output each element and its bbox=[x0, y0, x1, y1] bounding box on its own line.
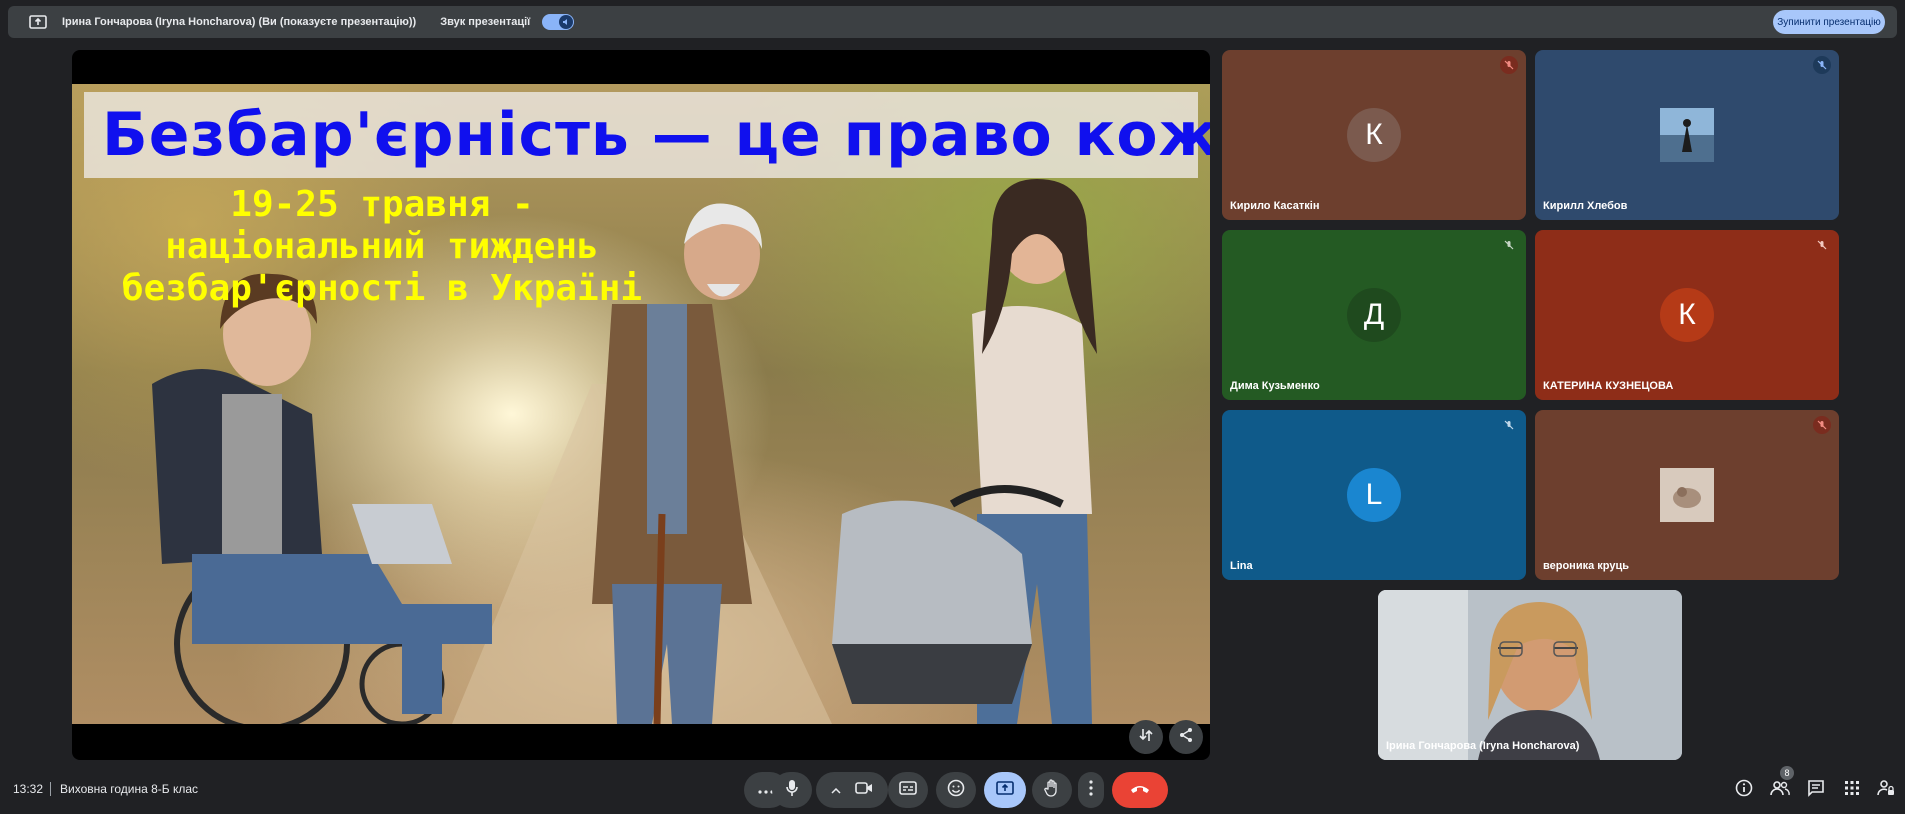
self-video bbox=[1378, 590, 1682, 760]
apps-grid-icon bbox=[1844, 780, 1860, 801]
people-button[interactable] bbox=[1768, 778, 1792, 802]
avatar: К bbox=[1347, 108, 1401, 162]
more-vertical-icon bbox=[1089, 779, 1093, 801]
slide-illustration bbox=[152, 179, 1097, 724]
participant-tile[interactable]: вероника круць bbox=[1535, 410, 1839, 580]
participant-name: Ірина Гончарова (Iryna Honcharova) bbox=[1386, 740, 1580, 752]
presenter-label: Ірина Гончарова (Iryna Honcharova) (Ви (… bbox=[62, 16, 417, 28]
participant-tile[interactable]: К Кирило Касаткін bbox=[1222, 50, 1526, 220]
raise-hand-button[interactable] bbox=[1032, 772, 1072, 808]
mic-muted-icon bbox=[1813, 236, 1831, 254]
participant-name: Кирилл Хлебов bbox=[1543, 200, 1628, 212]
chat-icon bbox=[1807, 779, 1825, 802]
meeting-details-button[interactable] bbox=[1732, 778, 1756, 802]
participant-tile[interactable]: L Lina bbox=[1222, 410, 1526, 580]
mic-muted-icon bbox=[1813, 56, 1831, 74]
speaker-icon bbox=[559, 15, 574, 29]
presenting-bar: Ірина Гончарова (Iryna Honcharova) (Ви (… bbox=[8, 6, 1897, 38]
slide: Безбар'єрність — це право кожного 19-25 … bbox=[72, 84, 1210, 724]
slide-title: Безбар'єрність — це право кожного bbox=[102, 100, 1210, 170]
swap-layout-button[interactable] bbox=[1129, 720, 1163, 754]
avatar: Д bbox=[1347, 288, 1401, 342]
share-button[interactable] bbox=[1169, 720, 1203, 754]
avatar-photo bbox=[1660, 108, 1714, 162]
camera-button[interactable] bbox=[816, 772, 888, 808]
mic-muted-icon bbox=[1813, 416, 1831, 434]
captions-button[interactable] bbox=[888, 772, 928, 808]
participant-name: КАТЕРИНА КУЗНЕЦОВА bbox=[1543, 380, 1674, 392]
presentation-sound-label: Звук презентації bbox=[440, 16, 531, 28]
mic-muted-icon bbox=[1500, 236, 1518, 254]
microphone-button[interactable] bbox=[772, 772, 812, 808]
present-screen-icon bbox=[996, 780, 1014, 800]
participant-name: вероника круць bbox=[1543, 560, 1629, 572]
chat-button[interactable] bbox=[1804, 778, 1828, 802]
mic-muted-icon bbox=[1500, 56, 1518, 74]
activities-button[interactable] bbox=[1840, 778, 1864, 802]
swap-icon bbox=[1138, 727, 1154, 748]
slide-subtitle: 19-25 травня - національний тиждень безб… bbox=[121, 184, 643, 309]
participant-tile[interactable]: К КАТЕРИНА КУЗНЕЦОВА bbox=[1535, 230, 1839, 400]
divider bbox=[50, 782, 51, 796]
meeting-title: Виховна година 8-Б клас bbox=[60, 782, 199, 796]
presentation-stage: Безбар'єрність — це право кожного 19-25 … bbox=[72, 50, 1210, 760]
share-icon bbox=[1178, 727, 1194, 748]
end-call-icon bbox=[1130, 781, 1150, 799]
host-controls-button[interactable] bbox=[1874, 778, 1898, 802]
participants-count-badge: 8 bbox=[1780, 766, 1794, 780]
participant-tile[interactable]: Кирилл Хлебов bbox=[1535, 50, 1839, 220]
leave-call-button[interactable] bbox=[1112, 772, 1168, 808]
presentation-sound-toggle[interactable] bbox=[542, 14, 575, 30]
present-screen-icon bbox=[28, 14, 48, 30]
participant-name: Кирило Касаткін bbox=[1230, 200, 1320, 212]
self-view-tile[interactable]: Ірина Гончарова (Iryna Honcharova) bbox=[1378, 590, 1682, 760]
emoji-reactions-button[interactable] bbox=[936, 772, 976, 808]
captions-icon bbox=[899, 780, 917, 800]
participant-tile[interactable]: Д Дима Кузьменко bbox=[1222, 230, 1526, 400]
avatar: L bbox=[1347, 468, 1401, 522]
participant-name: Дима Кузьменко bbox=[1230, 380, 1320, 392]
more-options-button[interactable] bbox=[1078, 772, 1104, 808]
emoji-icon bbox=[947, 779, 965, 802]
participant-name: Lina bbox=[1230, 560, 1253, 572]
avatar-photo bbox=[1660, 468, 1714, 522]
chevron-up-icon bbox=[831, 781, 841, 799]
present-now-button[interactable] bbox=[984, 772, 1026, 808]
avatar: К bbox=[1660, 288, 1714, 342]
info-icon bbox=[1735, 779, 1753, 802]
hand-icon bbox=[1044, 778, 1060, 802]
lock-person-icon bbox=[1877, 779, 1895, 802]
camera-icon bbox=[855, 781, 873, 799]
mic-muted-icon bbox=[1500, 416, 1518, 434]
people-icon bbox=[1770, 780, 1790, 801]
clock: 13:32 bbox=[13, 782, 44, 796]
microphone-icon bbox=[785, 779, 799, 802]
stop-presenting-button[interactable]: Зупинити презентацію bbox=[1773, 10, 1885, 34]
